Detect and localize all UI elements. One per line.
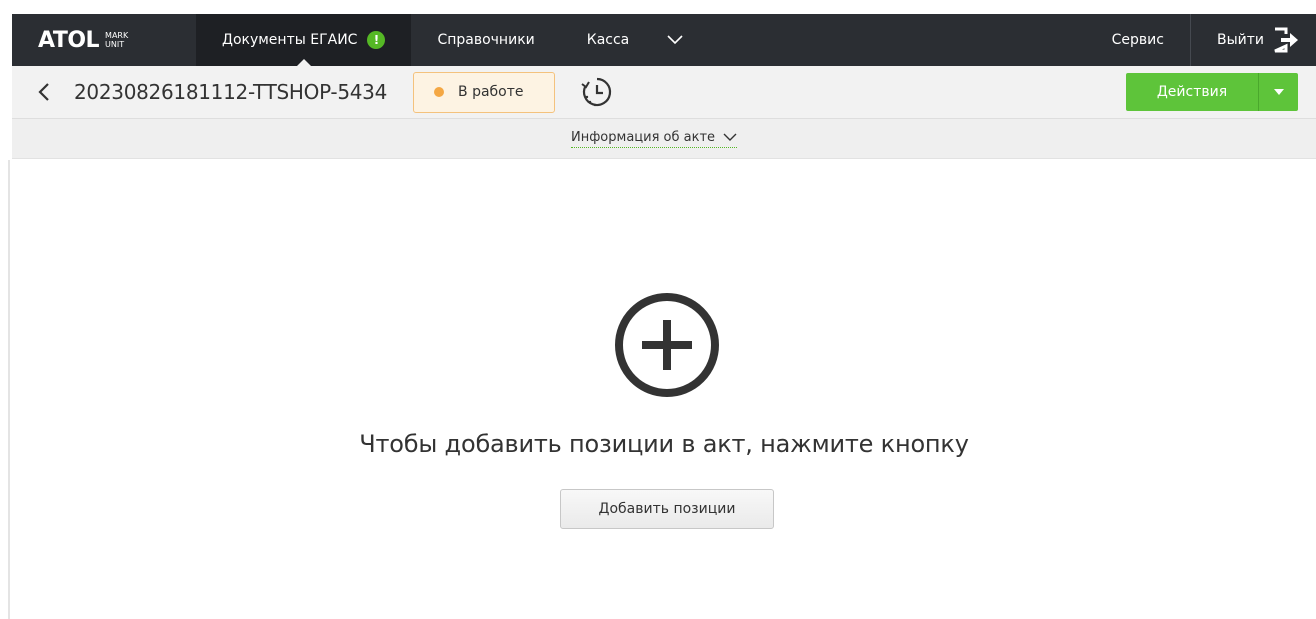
nav-egais-documents[interactable]: Документы ЕГАИС !: [196, 14, 412, 66]
document-number: 20230826181112-TTSHOP-5434: [74, 80, 388, 104]
logout-button[interactable]: Выйти: [1191, 14, 1316, 66]
act-info-bar: Информация об акте: [12, 119, 1316, 159]
atol-logo[interactable]: ATOL MARK UNIT: [12, 14, 196, 66]
act-info-toggle[interactable]: Информация об акте: [570, 129, 738, 148]
actions-button[interactable]: Действия: [1126, 73, 1258, 111]
logout-icon: [1274, 27, 1298, 53]
nav-service-label: Сервис: [1111, 32, 1164, 48]
history-button[interactable]: [579, 74, 615, 110]
back-chevron-icon: [38, 83, 49, 101]
logo-subtext-unit: UNIT: [105, 40, 125, 49]
nav-references-label: Справочники: [437, 32, 535, 48]
alert-icon: !: [367, 31, 386, 49]
logout-label: Выйти: [1216, 32, 1264, 48]
act-info-label: Информация об акте: [570, 129, 716, 145]
status-label: В работе: [458, 84, 524, 100]
top-navigation-bar: ATOL MARK UNIT Документы ЕГАИС ! Справоч…: [12, 14, 1316, 66]
empty-state-message: Чтобы добавить позиции в акт, нажмите кн…: [359, 430, 969, 458]
actions-dropdown-button[interactable]: [1258, 73, 1298, 111]
back-button[interactable]: [24, 72, 64, 112]
logo-text: ATOL: [38, 27, 100, 53]
nav-cash-register-label: Касса: [586, 32, 630, 48]
actions-button-group: Действия: [1126, 73, 1298, 111]
status-badge: В работе: [413, 71, 556, 113]
document-header-bar: 20230826181112-TTSHOP-5434 В работе Дейс…: [12, 66, 1316, 119]
left-border-divider: [8, 160, 10, 619]
logo-subtext-mark: MARK: [105, 31, 129, 40]
add-positions-button[interactable]: Добавить позиции: [560, 489, 774, 529]
dropdown-caret-icon: [1273, 89, 1284, 95]
nav-more-chevron-icon[interactable]: [655, 14, 695, 66]
plus-circle-icon[interactable]: [612, 290, 722, 400]
chevron-down-icon: [723, 133, 737, 141]
nav-service[interactable]: Сервис: [1086, 14, 1191, 66]
nav-cash-register[interactable]: Касса: [561, 14, 656, 66]
empty-state: Чтобы добавить позиции в акт, нажмите кн…: [12, 160, 1316, 619]
logo-subtext: MARK UNIT: [105, 31, 128, 49]
status-dot-icon: [434, 87, 445, 97]
nav-egais-documents-label: Документы ЕГАИС: [222, 32, 358, 48]
history-icon: [581, 77, 612, 107]
nav-references[interactable]: Справочники: [411, 14, 560, 66]
